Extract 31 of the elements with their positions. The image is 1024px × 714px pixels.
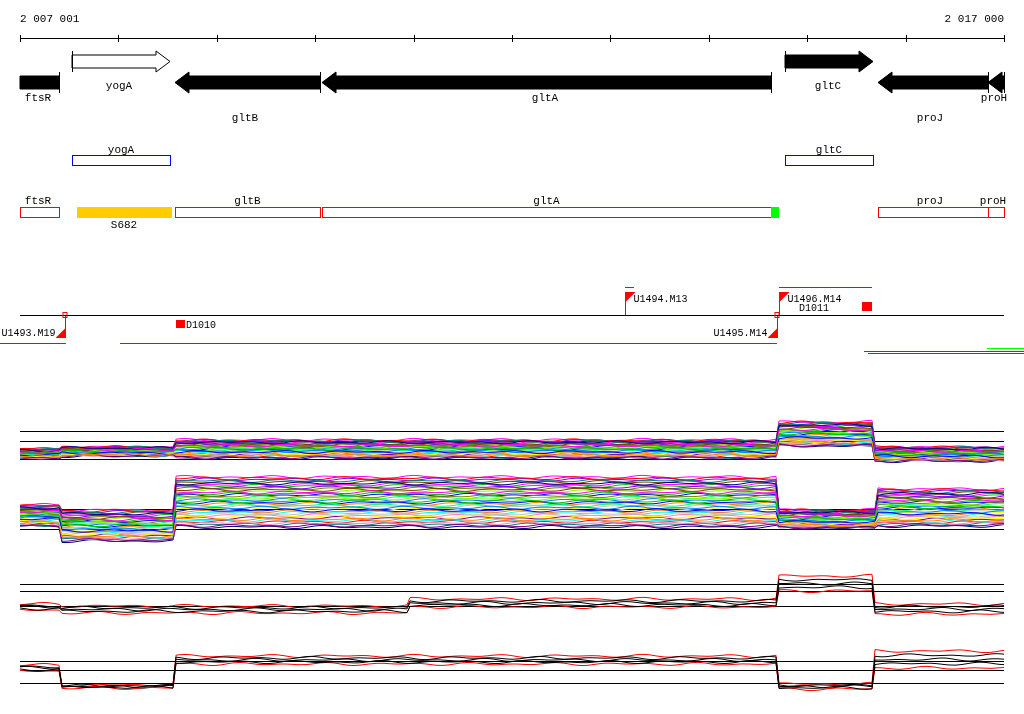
feature-label: gltA	[533, 195, 560, 207]
marker-label: U1495.M14	[713, 328, 768, 339]
feature-label: ftsR	[24, 195, 52, 207]
gene-label: gltB	[231, 112, 259, 124]
marker-label: U1496.M14	[787, 294, 842, 305]
marker-label: U1493.M19	[1, 328, 56, 339]
gene-label: gltA	[531, 92, 559, 104]
marker-label: D1011	[799, 303, 829, 314]
marker-label: U1494.M13	[633, 294, 688, 305]
cds-label: gltC	[815, 144, 843, 156]
scale-end-label: 2 017 000	[944, 13, 1004, 25]
scale-start-label: 2 007 001	[20, 13, 80, 25]
square-icon	[862, 302, 872, 311]
flag-icon	[625, 291, 636, 316]
cds-label: yogA	[107, 144, 135, 156]
gene-label: gltC	[814, 80, 842, 92]
square-icon	[176, 320, 185, 328]
gene-label: proH	[980, 92, 1008, 104]
gene-label: yogA	[105, 80, 133, 92]
feature-label: proH	[979, 195, 1007, 207]
marker-label: D1010	[186, 320, 216, 331]
segment-line	[624, 287, 635, 288]
feature-label: proJ	[916, 195, 944, 207]
flag-icon	[767, 315, 778, 339]
segment-line	[986, 348, 1024, 349]
feature-label: gltB	[234, 195, 261, 207]
feature-label: S682	[110, 219, 138, 231]
gene-label: ftsR	[24, 92, 52, 104]
flag-icon	[55, 315, 66, 339]
gene-label: proJ	[916, 112, 944, 124]
segment-line	[0, 343, 67, 344]
